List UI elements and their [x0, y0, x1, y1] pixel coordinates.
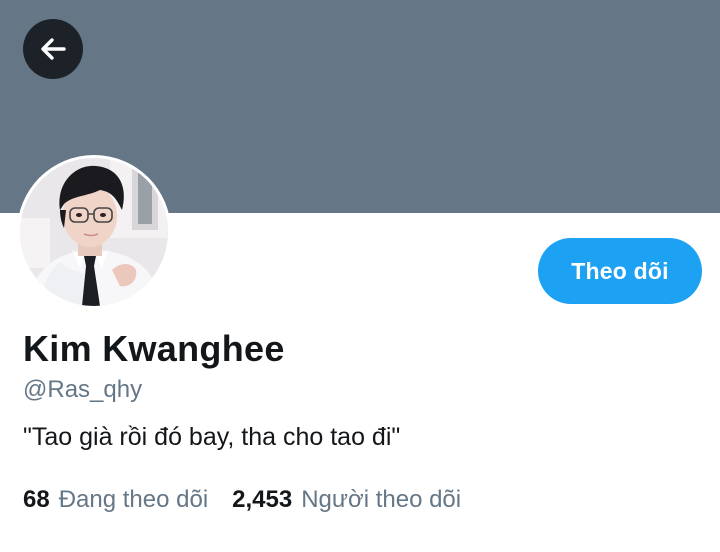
followers-stat[interactable]: 2,453 Người theo dõi [232, 486, 461, 514]
profile-page: Theo dõi Kim Kwanghee @Ras_qhy "Tao già … [0, 0, 720, 552]
profile-name: Kim Kwanghee [23, 328, 285, 369]
back-arrow-icon [41, 38, 66, 60]
followers-label: Người theo dõi [301, 486, 462, 513]
following-stat[interactable]: 68 Đang theo dõi [23, 486, 208, 514]
profile-stats: 68 Đang theo dõi 2,453 Người theo dõi [23, 486, 461, 514]
avatar[interactable] [20, 158, 168, 306]
avatar-photo [20, 158, 168, 306]
profile-bio: "Tao già rồi đó bay, tha cho tao đi" [23, 423, 401, 451]
following-count: 68 [23, 486, 50, 513]
profile-handle: @Ras_qhy [23, 376, 143, 403]
followers-count: 2,453 [232, 486, 293, 513]
following-label: Đang theo dõi [58, 486, 209, 513]
back-button[interactable] [23, 19, 83, 79]
follow-button[interactable]: Theo dõi [538, 238, 702, 304]
